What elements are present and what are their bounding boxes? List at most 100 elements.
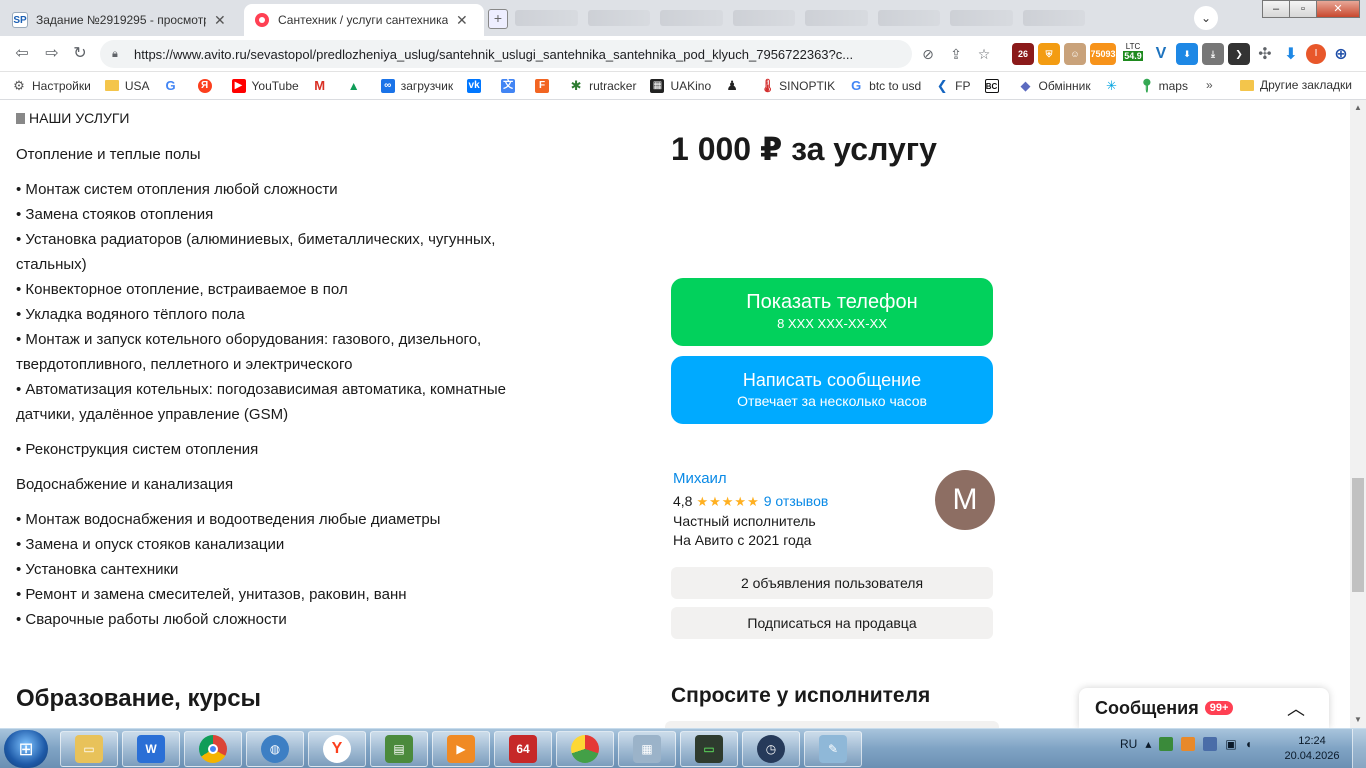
bookmark-f[interactable]: F (535, 78, 555, 93)
reload-icon[interactable]: ↻ (70, 44, 90, 64)
seller-avatar[interactable]: М (935, 470, 995, 530)
taskbar-terminal[interactable]: ▭ (680, 731, 738, 767)
bookmark-bc[interactable]: BC (984, 78, 1005, 93)
tab-close-icon[interactable]: ✕ (214, 12, 226, 29)
terminal-extension-icon[interactable]: ❯ (1228, 43, 1250, 65)
tab-collapsed[interactable] (587, 10, 650, 26)
tray-expand-icon[interactable]: ▴ (1145, 737, 1151, 751)
address-bar[interactable]: 🔒︎ https://www.avito.ru/sevastopol/predl… (100, 40, 912, 68)
seller-name-link[interactable]: Михаил (673, 470, 727, 487)
close-window-button[interactable]: ✕ (1316, 0, 1360, 18)
shield-extension-icon[interactable]: ⛨ (1038, 43, 1060, 65)
bookmark-drive[interactable]: ▲ (346, 78, 367, 93)
tray-app-icon[interactable] (1181, 737, 1196, 751)
bookmark-sinoptik[interactable]: 🌡︎ SINOPTIK (759, 78, 835, 93)
taskbar-explorer[interactable]: ▭ (60, 731, 118, 767)
taskbar-aida64[interactable]: 64 (494, 731, 552, 767)
maximize-button[interactable]: ▫ (1289, 0, 1317, 18)
taskbar-wise[interactable]: W (122, 731, 180, 767)
minimize-button[interactable]: – (1262, 0, 1290, 18)
bookmark-btc-usd[interactable]: Gbtc to usd (849, 78, 921, 93)
start-button[interactable]: ⊞ (4, 730, 48, 768)
tab-collapsed[interactable] (732, 10, 795, 26)
bookmark-fp[interactable]: ❮ FP (935, 78, 971, 93)
url-text[interactable]: https://www.avito.ru/sevastopol/predlozh… (134, 47, 904, 62)
puzzle-extensions-icon[interactable]: ✣ (1254, 43, 1276, 65)
bookmark-star-icon[interactable]: ☆ (974, 44, 994, 64)
show-desktop-button[interactable] (1352, 729, 1366, 768)
bookmark-vk[interactable]: vk (467, 78, 487, 93)
bitcoin-extension-icon[interactable]: 75093 (1090, 43, 1116, 65)
save-extension-icon[interactable]: ⤓ (1202, 43, 1224, 65)
tab-avito[interactable]: Сантехник / услуги сантехника /с ✕ (244, 4, 484, 36)
v-extension-icon[interactable]: V (1150, 43, 1172, 65)
taskbar-clock[interactable]: ◷ (742, 731, 800, 767)
taskbar-chrome[interactable] (184, 731, 242, 767)
bookmark-kyivstar[interactable]: ✳ (1104, 78, 1125, 93)
tab-collapsed[interactable] (950, 10, 1013, 26)
tab-close-icon[interactable]: ✕ (456, 12, 468, 29)
bookmark-google[interactable]: G (163, 78, 184, 93)
tray-monitor-icon[interactable] (1159, 737, 1174, 751)
tab-collapsed[interactable] (877, 10, 940, 26)
messages-widget[interactable]: Сообщения 99+ ︿ (1079, 688, 1329, 728)
update-icon[interactable]: ⊕ (1330, 43, 1352, 65)
user-listings-button[interactable]: 2 объявления пользователя (671, 567, 993, 599)
volume-icon[interactable]: ◖ (1245, 737, 1252, 751)
bookmark-usa[interactable]: USA (104, 79, 150, 93)
bookmark-translate[interactable]: 文 (501, 78, 521, 93)
bookmark-rutracker[interactable]: ✱ rutracker (569, 78, 636, 93)
scroll-down-arrow-icon[interactable]: ▼ (1350, 712, 1366, 728)
taskbar-clock-display[interactable]: 12:24 20.04.2026 (1282, 734, 1342, 764)
bookmark-maps[interactable]: 📍︎ maps (1138, 78, 1188, 93)
bookmark-person[interactable]: ♟ (725, 78, 745, 93)
bookmarks-more-chevron[interactable]: » (1206, 78, 1213, 92)
bookmark-yandex[interactable]: Я (197, 78, 218, 93)
bookmark-gmail[interactable]: M (312, 78, 333, 93)
subscribe-seller-button[interactable]: Подписаться на продавца (671, 607, 993, 639)
taskbar-monitor[interactable]: ▤ (370, 731, 428, 767)
chevron-up-icon[interactable]: ︿ (1287, 695, 1305, 721)
tab-search-chevron-icon[interactable]: ⌄ (1194, 6, 1218, 30)
taskbar-calculator[interactable]: ▦ (618, 731, 676, 767)
reviews-link[interactable]: 9 отзывов (764, 493, 829, 509)
extension-badge-icon[interactable]: 26 (1012, 43, 1034, 65)
bookmark-youtube[interactable]: ▶ YouTube (231, 78, 299, 93)
other-bookmarks[interactable]: Другие закладки (1240, 78, 1352, 92)
blocked-popup-icon[interactable]: ⊘ (918, 44, 938, 64)
share-icon[interactable]: ⇪ (946, 44, 966, 64)
show-phone-button[interactable]: Показать телефон 8 XXX XXX-XX-XX (671, 278, 993, 346)
tab-collapsed[interactable] (805, 10, 868, 26)
taskbar-player[interactable]: ▶ (432, 731, 490, 767)
network-icon[interactable]: ▣ (1225, 737, 1236, 751)
litecoin-extension-icon[interactable]: LTC 54.9 (1120, 42, 1146, 66)
taskbar-speedtest[interactable] (556, 731, 614, 767)
new-tab-button[interactable]: + (488, 9, 508, 29)
taskbar-network[interactable]: ◍ (246, 731, 304, 767)
taskbar-yandex[interactable]: Y (308, 731, 366, 767)
tab-collapsed[interactable] (515, 10, 578, 26)
bookmark-exchange[interactable]: ◆ Обмінник (1018, 78, 1091, 93)
forward-arrow-icon[interactable]: ⇨ (42, 44, 62, 64)
back-arrow-icon[interactable]: ⇦ (12, 44, 32, 64)
download-extension-icon[interactable]: ⬇ (1176, 43, 1198, 65)
tray-usb-icon[interactable] (1203, 737, 1218, 751)
write-message-button[interactable]: Написать сообщение Отвечает за несколько… (671, 356, 993, 424)
tab-task[interactable]: SP Задание №2919295 - просмотр з ✕ (2, 4, 242, 36)
other-tabs[interactable] (515, 10, 1085, 28)
bookmark-settings[interactable]: ⚙ Настройки (12, 78, 91, 93)
ask-seller-box[interactable] (665, 721, 999, 728)
scrollbar-thumb[interactable] (1352, 478, 1364, 592)
page-scrollbar[interactable]: ▲ ▼ (1350, 100, 1366, 728)
taskbar-notepad[interactable]: ✎ (804, 731, 862, 767)
scroll-up-arrow-icon[interactable]: ▲ (1350, 100, 1366, 116)
lock-icon[interactable]: 🔒︎ (112, 48, 122, 60)
downloads-icon[interactable]: ⬇ (1280, 43, 1302, 65)
bookmark-loader[interactable]: ∞ загрузчик (380, 78, 453, 93)
profile-avatar[interactable]: I (1306, 44, 1326, 64)
bookmark-uakino[interactable]: ▦ UAKino (650, 78, 711, 93)
tab-collapsed[interactable] (660, 10, 723, 26)
tab-collapsed[interactable] (1022, 10, 1085, 26)
face-extension-icon[interactable]: ☺ (1064, 43, 1086, 65)
language-indicator[interactable]: RU (1120, 737, 1137, 751)
